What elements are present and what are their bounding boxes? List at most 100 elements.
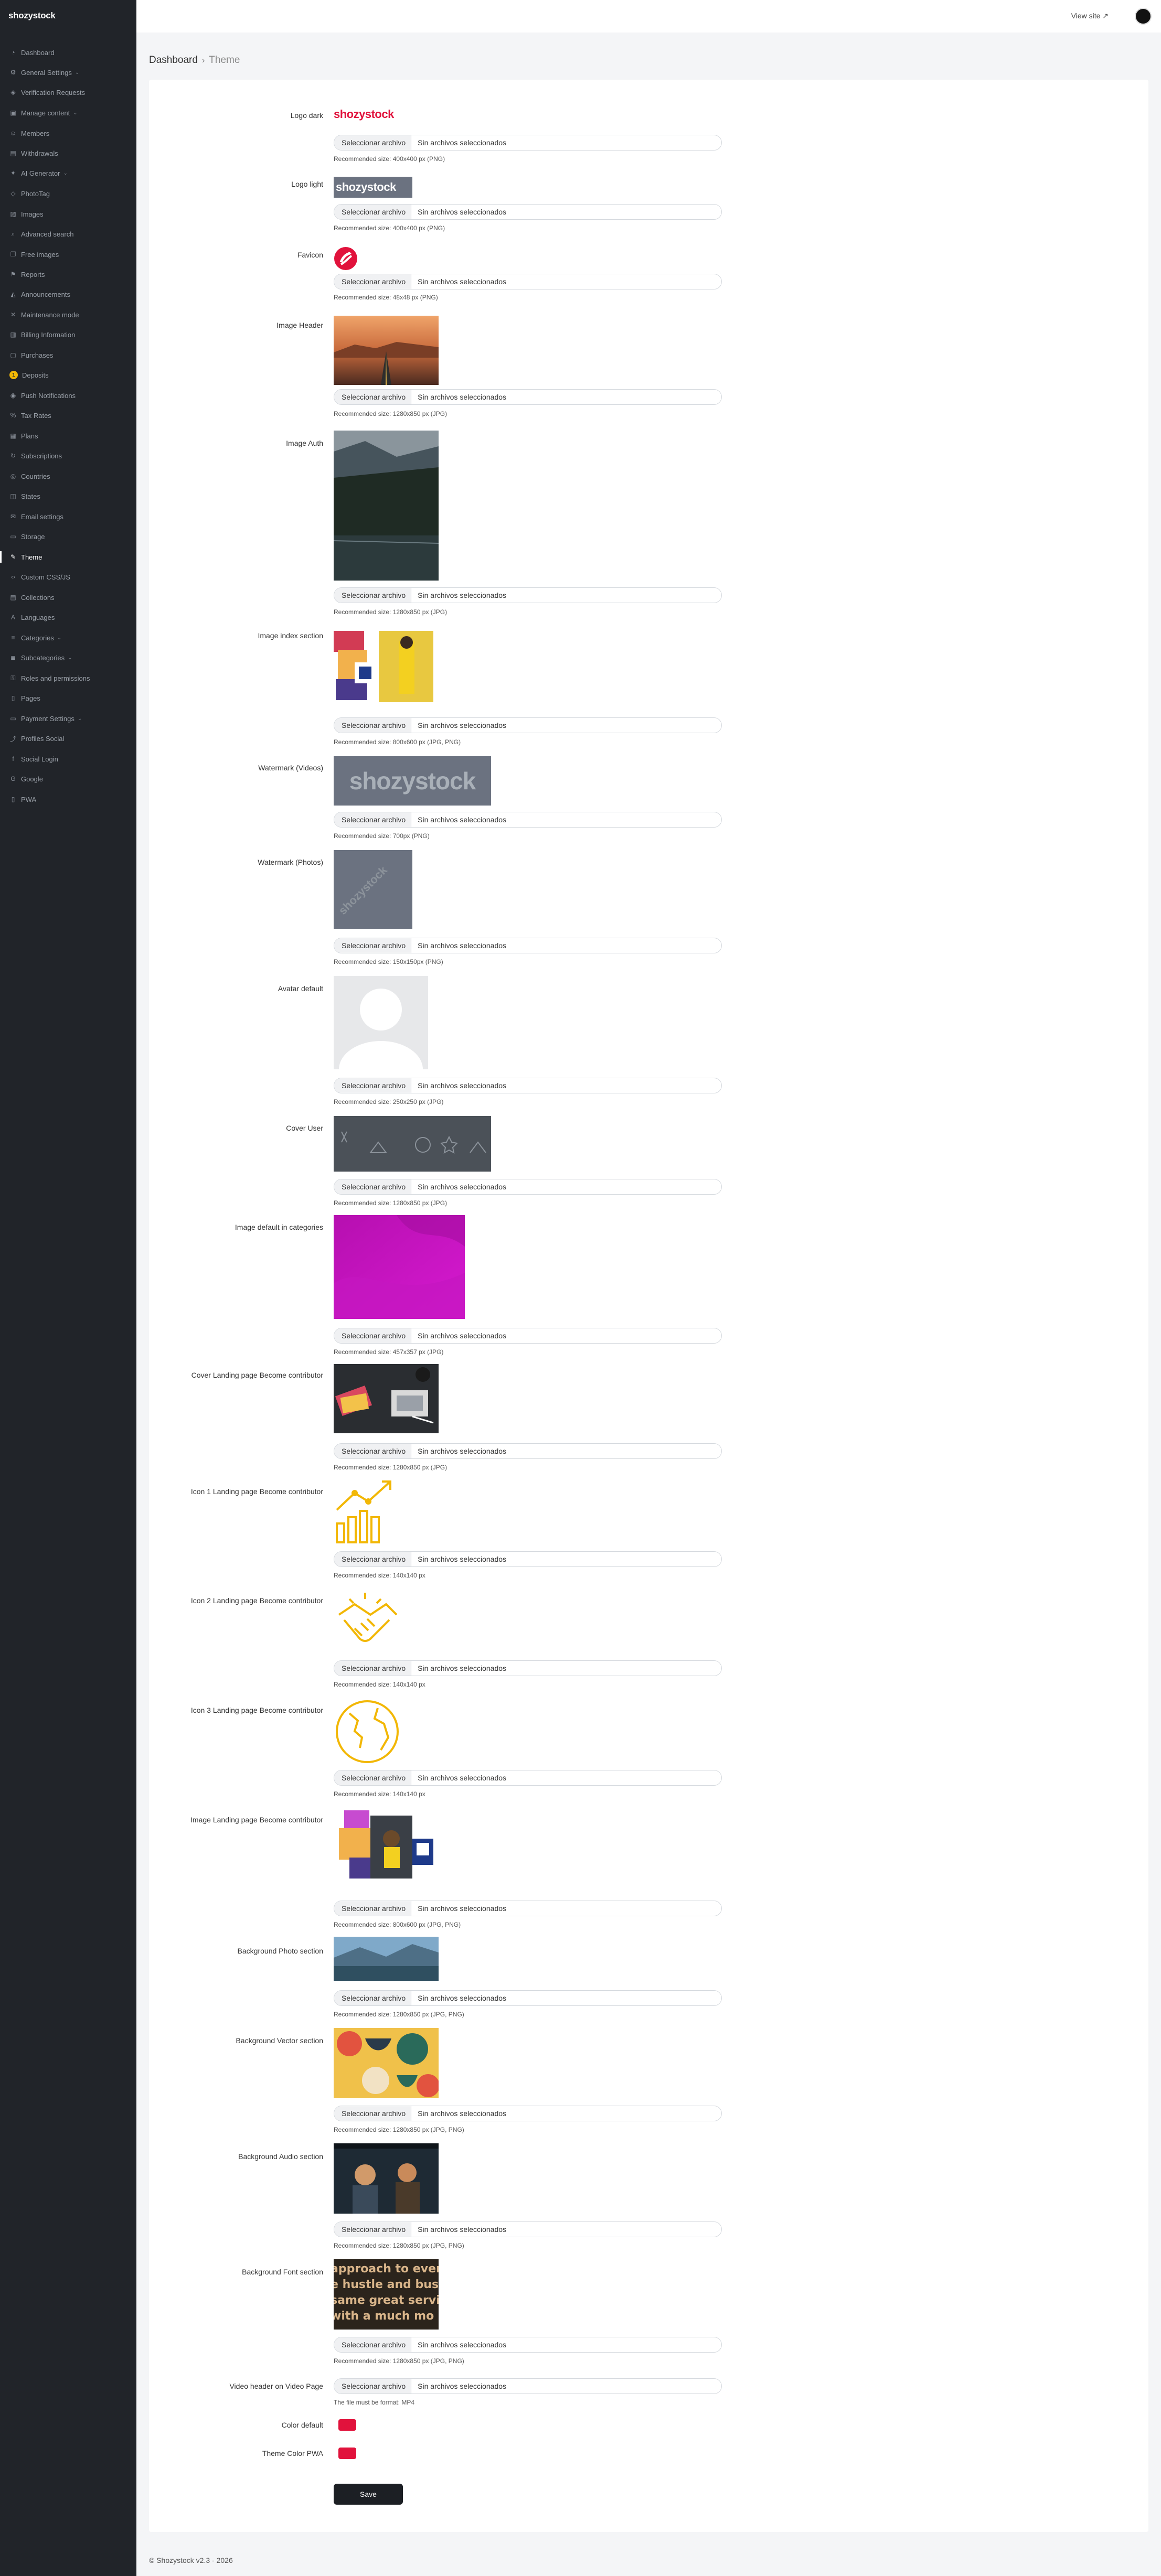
background-vector-section-file-input[interactable]: Seleccionar archivo Sin archivos seleccio…: [334, 2106, 722, 2121]
sidebar-item-theme[interactable]: ✎ Theme: [0, 548, 136, 566]
file-status-text: Sin archivos seleccionados: [418, 1774, 507, 1782]
sidebar-item-categories[interactable]: ≡ Categories ⌄: [0, 629, 136, 647]
sidebar-item-ai-generator[interactable]: ✦ AI Generator ⌄: [0, 164, 136, 182]
sidebar-item-purchases[interactable]: ▢ Purchases: [0, 346, 136, 364]
sidebar-item-collections[interactable]: ▤ Collections: [0, 588, 136, 606]
sidebar-item-free-images[interactable]: ❐ Free images: [0, 245, 136, 263]
theme-color-pwa-picker[interactable]: [338, 2448, 356, 2459]
sidebar-item-profiles-social[interactable]: ⤴ Profiles Social: [0, 729, 136, 747]
video-header-on-video-page-file-input[interactable]: Seleccionar archivo Sin archivos seleccio…: [334, 2378, 722, 2394]
color-default-picker[interactable]: [338, 2419, 356, 2431]
sidebar-item-tax-rates[interactable]: % Tax Rates: [0, 406, 136, 424]
icon-2-landing-page-become-contributor-file-input[interactable]: Seleccionar archivo Sin archivos seleccio…: [334, 1660, 722, 1676]
sidebar-item-label: Theme: [21, 553, 42, 561]
logo-light-label: Logo light: [291, 180, 323, 188]
video-header-on-video-page-hint: The file must be format: MP4: [334, 2399, 415, 2406]
choose-file-button[interactable]: Seleccionar archivo: [334, 1328, 412, 1343]
choose-file-button[interactable]: Seleccionar archivo: [334, 718, 412, 733]
sidebar-item-label: Google: [21, 775, 43, 783]
sidebar-item-pages[interactable]: ▯ Pages: [0, 689, 136, 707]
choose-file-button[interactable]: Seleccionar archivo: [334, 1661, 412, 1676]
choose-file-button[interactable]: Seleccionar archivo: [334, 2222, 412, 2237]
background-photo-section-file-input[interactable]: Seleccionar archivo Sin archivos seleccio…: [334, 1990, 722, 2006]
sidebar-item-images[interactable]: ▨ Images: [0, 205, 136, 223]
choose-file-button[interactable]: Seleccionar archivo: [334, 812, 412, 827]
choose-file-button[interactable]: Seleccionar archivo: [334, 2106, 412, 2121]
watermark-photos-file-input[interactable]: Seleccionar archivo Sin archivos seleccio…: [334, 938, 722, 953]
sidebar-item-custom-css-js[interactable]: ‹› Custom CSS/JS: [0, 568, 136, 586]
sidebar-item-deposits[interactable]: 1 Deposits: [0, 366, 136, 384]
background-font-section-file-input[interactable]: Seleccionar archivo Sin archivos seleccio…: [334, 2337, 722, 2353]
favicon-file-input[interactable]: Seleccionar archivo Sin archivos seleccio…: [334, 274, 722, 289]
sidebar-item-google[interactable]: G Google: [0, 770, 136, 788]
image-default-in-categories-file-input[interactable]: Seleccionar archivo Sin archivos seleccio…: [334, 1328, 722, 1344]
sidebar-brand-logo[interactable]: shozystock: [8, 10, 56, 21]
sidebar-item-social-login[interactable]: f Social Login: [0, 750, 136, 768]
icon-3-landing-page-become-contributor-file-input[interactable]: Seleccionar archivo Sin archivos seleccio…: [334, 1770, 722, 1786]
sidebar-item-dashboard[interactable]: ◔ Dashboard: [0, 44, 136, 61]
view-site-link[interactable]: View site ↗: [1071, 12, 1109, 20]
choose-file-button[interactable]: Seleccionar archivo: [334, 390, 412, 404]
sidebar-item-pwa[interactable]: ▯ PWA: [0, 790, 136, 808]
sidebar-item-roles-and-permissions[interactable]: ⚿ Roles and permissions: [0, 669, 136, 687]
code-icon: ‹›: [11, 573, 15, 581]
choose-file-button[interactable]: Seleccionar archivo: [334, 1444, 412, 1458]
choose-file-button[interactable]: Seleccionar archivo: [334, 1552, 412, 1566]
image-landing-page-become-contributor-hint: Recommended size: 800x600 px (JPG, PNG): [334, 1921, 461, 1928]
refresh-icon: ↻: [10, 452, 16, 459]
choose-file-button[interactable]: Seleccionar archivo: [334, 205, 412, 219]
sidebar-item-advanced-search[interactable]: ⌕ Advanced search: [0, 225, 136, 243]
icon-1-landing-page-become-contributor-file-input[interactable]: Seleccionar archivo Sin archivos seleccio…: [334, 1551, 722, 1567]
sidebar-item-reports[interactable]: ⚑ Reports: [0, 265, 136, 283]
sidebar-item-states[interactable]: ◫ States: [0, 487, 136, 505]
choose-file-button[interactable]: Seleccionar archivo: [334, 1901, 412, 1916]
cover-user-file-input[interactable]: Seleccionar archivo Sin archivos seleccio…: [334, 1179, 722, 1195]
sidebar-item-verification-requests[interactable]: ◈ Verification Requests: [0, 83, 136, 101]
sidebar-item-push-notifications[interactable]: ◉ Push Notifications: [0, 387, 136, 404]
avatar-default-hint: Recommended size: 250x250 px (JPG): [334, 1098, 444, 1105]
image-auth-file-input[interactable]: Seleccionar archivo Sin archivos seleccio…: [334, 587, 722, 603]
choose-file-button[interactable]: Seleccionar archivo: [334, 2337, 412, 2352]
sidebar-item-subscriptions[interactable]: ↻ Subscriptions: [0, 447, 136, 465]
avatar-default-file-input[interactable]: Seleccionar archivo Sin archivos seleccio…: [334, 1078, 722, 1093]
sidebar-item-plans[interactable]: ▦ Plans: [0, 427, 136, 445]
watermark-videos-file-input[interactable]: Seleccionar archivo Sin archivos seleccio…: [334, 812, 722, 828]
sidebar-item-countries[interactable]: ◎ Countries: [0, 467, 136, 485]
sidebar-item-storage[interactable]: ▭ Storage: [0, 528, 136, 545]
choose-file-button[interactable]: Seleccionar archivo: [334, 2379, 412, 2393]
image-index-section-file-input[interactable]: Seleccionar archivo Sin archivos seleccio…: [334, 717, 722, 733]
sidebar-item-languages[interactable]: A Languages: [0, 608, 136, 626]
logo-light-file-input[interactable]: Seleccionar archivo Sin archivos seleccio…: [334, 204, 722, 220]
image-header-file-input[interactable]: Seleccionar archivo Sin archivos seleccio…: [334, 389, 722, 405]
sidebar-item-maintenance-mode[interactable]: ✕ Maintenance mode: [0, 306, 136, 324]
share-icon: ⤴: [9, 735, 16, 743]
sidebar-item-members[interactable]: ☺ Members: [0, 124, 136, 142]
cover-landing-page-become-contributor-file-input[interactable]: Seleccionar archivo Sin archivos seleccio…: [334, 1443, 722, 1459]
sidebar-item-email-settings[interactable]: ✉ Email settings: [0, 508, 136, 525]
sidebar-item-billing-information[interactable]: ▥ Billing Information: [0, 326, 136, 344]
choose-file-button[interactable]: Seleccionar archivo: [334, 1179, 412, 1194]
gear-icon: ⚙: [10, 69, 16, 76]
choose-file-button[interactable]: Seleccionar archivo: [334, 1770, 412, 1785]
sidebar-item-withdrawals[interactable]: ▤ Withdrawals: [0, 144, 136, 162]
image-landing-page-become-contributor-file-input[interactable]: Seleccionar archivo Sin archivos seleccio…: [334, 1901, 722, 1916]
choose-file-button[interactable]: Seleccionar archivo: [334, 1078, 412, 1093]
sidebar-item-general-settings[interactable]: ⚙ General Settings ⌄: [0, 63, 136, 81]
choose-file-button[interactable]: Seleccionar archivo: [334, 938, 412, 953]
save-button[interactable]: Save: [334, 2484, 403, 2505]
sidebar-item-label: States: [21, 492, 40, 500]
sidebar-item-payment-settings[interactable]: ▭ Payment Settings ⌄: [0, 710, 136, 727]
user-avatar[interactable]: [1135, 8, 1152, 25]
sidebar-item-phototag[interactable]: ◇ PhotoTag: [0, 185, 136, 202]
breadcrumb-dashboard-link[interactable]: Dashboard: [149, 55, 198, 66]
choose-file-button[interactable]: Seleccionar archivo: [334, 274, 412, 289]
choose-file-button[interactable]: Seleccionar archivo: [334, 1991, 412, 2005]
sidebar-item-announcements[interactable]: ◭ Announcements: [0, 285, 136, 303]
sidebar-item-manage-content[interactable]: ▣ Manage content ⌄: [0, 104, 136, 122]
choose-file-button[interactable]: Seleccionar archivo: [334, 588, 412, 603]
background-audio-section-file-input[interactable]: Seleccionar archivo Sin archivos seleccio…: [334, 2221, 722, 2237]
icon-3-landing-page-become-contributor-label: Icon 3 Landing page Become contributor: [190, 1706, 323, 1714]
sidebar-item-subcategories[interactable]: ≣ Subcategories ⌄: [0, 649, 136, 667]
choose-file-button[interactable]: Seleccionar archivo: [334, 135, 412, 150]
logo-dark-file-input[interactable]: Seleccionar archivo Sin archivos seleccio…: [334, 135, 722, 151]
